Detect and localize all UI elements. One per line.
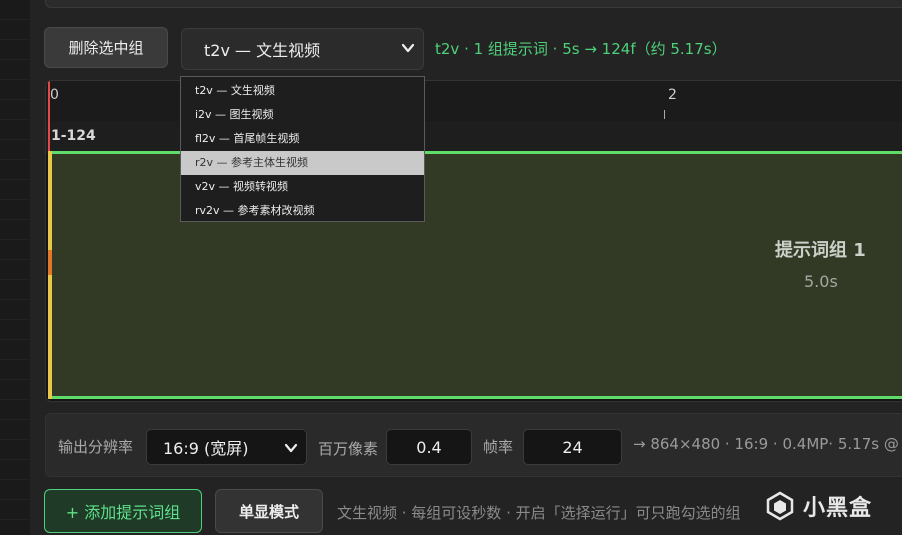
top-input-strip — [45, 0, 902, 8]
mode-option[interactable]: fl2v — 首尾帧生视频 — [181, 127, 424, 151]
fps-label: 帧率 — [483, 438, 514, 456]
ruler-label-2: 2 — [668, 87, 677, 103]
mode-option[interactable]: rv2v — 参考素材改视频 — [181, 199, 424, 223]
mode-option[interactable]: v2v — 视频转视频 — [181, 175, 424, 199]
delete-selected-group-button[interactable]: 删除选中组 — [44, 27, 168, 68]
resolution-value: 16:9 (宽屏) — [163, 439, 249, 458]
single-view-mode-button[interactable]: 单显模式 — [215, 489, 323, 533]
ruler-tick — [664, 110, 665, 119]
mode-select-value: t2v — 文生视频 — [204, 41, 321, 60]
chevron-down-icon — [401, 43, 415, 53]
mode-option[interactable]: i2v — 图生视频 — [181, 103, 424, 127]
resolution-select[interactable]: 16:9 (宽屏) — [146, 429, 307, 465]
xiaoheihe-logo-icon — [766, 491, 794, 521]
mode-dropdown-list[interactable]: t2v — 文生视频 i2v — 图生视频 fl2v — 首尾帧生视频 r2v … — [180, 76, 425, 222]
watermark: 小黑盒 — [765, 486, 902, 526]
prompt-group-segment[interactable]: 提示词组 1 5.0s — [48, 151, 902, 399]
megapixels-input[interactable]: 0.4 — [386, 429, 472, 465]
mode-option[interactable]: t2v — 文生视频 — [181, 79, 424, 103]
segment-resize-handle[interactable] — [48, 151, 52, 399]
mode-status-text: t2v · 1 组提示词 · 5s → 124f（约 5.17s） — [435, 40, 727, 58]
watermark-text: 小黑盒 — [803, 496, 873, 521]
ruler-label-0: 0 — [50, 87, 59, 103]
fps-input[interactable]: 24 — [523, 429, 622, 465]
footer-hint: 文生视频 · 每组可设秒数 · 开启「选择运行」可只跑勾选的组 — [337, 504, 741, 522]
track-frame-range: 1-124 — [51, 128, 96, 144]
mode-select[interactable]: t2v — 文生视频 — [181, 28, 424, 70]
track-header-row — [46, 121, 902, 153]
segment-title: 提示词组 1 — [775, 240, 866, 261]
chevron-down-icon — [284, 443, 298, 453]
mode-option-highlighted[interactable]: r2v — 参考主体生视频 — [181, 151, 424, 175]
timeline-ruler[interactable]: 0 2 — [46, 81, 902, 121]
output-summary: → 864×480 · 16:9 · 0.4MP· 5.17s @ 2 — [633, 435, 902, 453]
playhead[interactable] — [48, 81, 50, 151]
megapixels-label: 百万像素 — [318, 440, 379, 458]
timeline[interactable]: 0 2 1-124 提示词组 1 5.0s — [45, 80, 902, 402]
resolution-label: 输出分辨率 — [58, 438, 134, 456]
segment-duration: 5.0s — [804, 272, 838, 291]
add-prompt-group-button[interactable]: + 添加提示词组 — [44, 489, 202, 533]
left-gutter — [0, 0, 30, 535]
